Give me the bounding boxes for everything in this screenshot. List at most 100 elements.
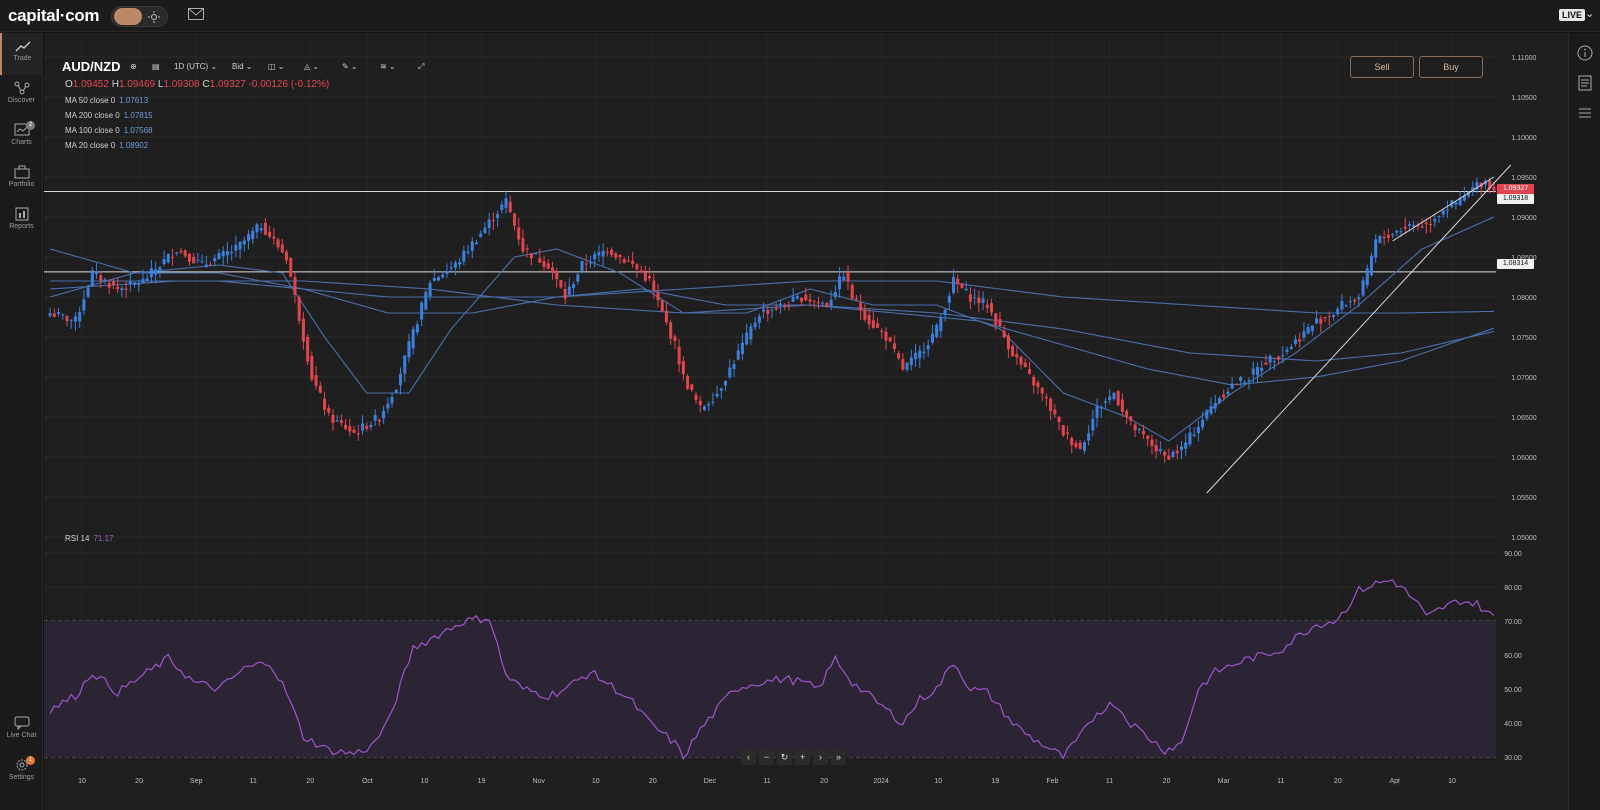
candle-body bbox=[1429, 224, 1433, 226]
candle-body bbox=[622, 259, 626, 263]
sidebar-item-label: Charts bbox=[11, 139, 32, 146]
candle-body bbox=[1424, 222, 1428, 225]
sell-button[interactable]: Sell bbox=[1350, 56, 1414, 78]
sidebar-item-label: Live Chat bbox=[6, 732, 37, 739]
rsi-legend[interactable]: RSI 14 71.17 bbox=[65, 534, 114, 543]
list-icon[interactable] bbox=[1577, 105, 1593, 121]
fullscreen-icon[interactable]: ⤢ bbox=[418, 58, 424, 76]
candle-body bbox=[95, 271, 99, 275]
theme-toggle[interactable] bbox=[111, 6, 168, 27]
candle-body bbox=[166, 253, 170, 263]
date-tick-label: 10 bbox=[934, 778, 942, 785]
candle-body bbox=[943, 309, 947, 316]
candle-body bbox=[1365, 268, 1369, 286]
candle-body bbox=[230, 251, 234, 254]
sidebar-item-discover[interactable]: Discover bbox=[0, 75, 43, 117]
candle-body bbox=[968, 294, 972, 302]
candle-body bbox=[1087, 433, 1091, 441]
sidebar-item-reports[interactable]: Reports bbox=[0, 201, 43, 243]
add-indicator-icon[interactable]: ⊕ bbox=[130, 58, 137, 76]
candle-body bbox=[86, 287, 90, 297]
scroll-to-latest-button[interactable]: » bbox=[831, 750, 846, 765]
mail-icon[interactable] bbox=[188, 8, 204, 20]
rsi-tick-label: 50.00 bbox=[1504, 687, 1522, 694]
date-tick-label: 10 bbox=[78, 778, 86, 785]
candles bbox=[48, 177, 1496, 463]
candle-body bbox=[804, 294, 808, 301]
reset-chart-button[interactable]: ↻ bbox=[777, 750, 792, 765]
horizontal-price-lines bbox=[44, 191, 1496, 273]
candle-body bbox=[909, 357, 913, 366]
candle-body bbox=[445, 271, 449, 274]
candle-body bbox=[449, 267, 453, 269]
candle-body bbox=[73, 316, 77, 322]
sidebar-item-charts[interactable]: 2 Charts bbox=[0, 117, 43, 159]
candle-body bbox=[145, 278, 149, 281]
rsi-tick-label: 80.00 bbox=[1504, 585, 1522, 592]
price-tick-label: 1.06000 bbox=[1511, 455, 1536, 462]
date-tick-label: 20 bbox=[1163, 778, 1171, 785]
candle-body bbox=[149, 268, 153, 278]
drawing-tools-icon[interactable]: ◬ ⌄ bbox=[304, 58, 319, 76]
zoom-out-button[interactable]: − bbox=[759, 750, 774, 765]
sidebar-item-settings[interactable]: 1 Settings bbox=[0, 752, 43, 794]
candle-body bbox=[905, 362, 909, 370]
ma-legend-item[interactable]: MA 50 close 0 1.07613 bbox=[65, 96, 148, 105]
scroll-left-button[interactable]: ‹ bbox=[741, 750, 756, 765]
symbol-name[interactable]: AUD/NZD bbox=[62, 59, 121, 74]
ma-legend-item[interactable]: MA 200 close 0 1.07815 bbox=[65, 111, 153, 120]
candle-body bbox=[377, 419, 381, 422]
candle-body bbox=[436, 277, 441, 281]
sidebar-item-live-chat[interactable]: Live Chat bbox=[0, 710, 43, 752]
chevron-down-icon[interactable]: ⌄ bbox=[1585, 7, 1594, 20]
news-icon[interactable] bbox=[1577, 75, 1593, 91]
candle-body bbox=[1420, 226, 1424, 228]
ma-value: 1.07568 bbox=[123, 126, 153, 135]
candle-body bbox=[57, 312, 61, 314]
candle-body bbox=[1163, 451, 1167, 456]
candle-body bbox=[753, 322, 757, 328]
info-icon[interactable] bbox=[1577, 45, 1593, 61]
logo[interactable]: capital·com bbox=[8, 6, 99, 26]
candle-body bbox=[521, 238, 525, 252]
ma-label: MA 100 close 0 bbox=[65, 126, 120, 135]
buy-button[interactable]: Buy bbox=[1419, 56, 1483, 78]
candle-body bbox=[1407, 224, 1411, 226]
candle-body bbox=[344, 424, 348, 430]
candle-body bbox=[470, 241, 474, 251]
ma-legend-item[interactable]: MA 20 close 0 1.08902 bbox=[65, 141, 148, 150]
chart-settings-icon[interactable]: ▤ bbox=[152, 58, 160, 76]
candle-body bbox=[327, 408, 331, 413]
layers-icon[interactable]: ≋ ⌄ bbox=[380, 58, 396, 76]
candle-body bbox=[496, 214, 500, 218]
candle-body bbox=[428, 282, 432, 297]
sidebar-item-trade[interactable]: Trade bbox=[0, 33, 43, 75]
rsi-tick-label: 30.00 bbox=[1504, 755, 1522, 762]
candle-body bbox=[297, 297, 301, 321]
price-type-select[interactable]: Bid ⌄ bbox=[232, 58, 253, 76]
price-chart[interactable]: 1.110001.105001.100001.095001.090001.085… bbox=[44, 33, 1568, 810]
candle-body bbox=[529, 253, 533, 259]
sidebar-item-portfolio[interactable]: Portfolio bbox=[0, 159, 43, 201]
candle-body bbox=[610, 249, 614, 256]
candle-body bbox=[1268, 355, 1272, 363]
zoom-in-button[interactable]: + bbox=[795, 750, 810, 765]
timeframe-select[interactable]: 1D (UTC) ⌄ bbox=[174, 58, 217, 76]
candle-type-icon[interactable]: ◫ ⌄ bbox=[268, 58, 284, 76]
date-tick-label: 10 bbox=[421, 778, 429, 785]
candle-body bbox=[158, 267, 162, 272]
live-badge[interactable]: LIVE bbox=[1559, 9, 1586, 21]
pencil-icon[interactable]: ✎ ⌄ bbox=[342, 58, 358, 76]
chart-area[interactable]: 1.110001.105001.100001.095001.090001.085… bbox=[44, 33, 1568, 810]
ma-legend-item[interactable]: MA 100 close 0 1.07568 bbox=[65, 126, 153, 135]
candle-body bbox=[867, 315, 871, 325]
candle-body bbox=[487, 219, 491, 229]
candle-body bbox=[639, 270, 643, 273]
candle-body bbox=[1209, 406, 1213, 414]
candle-body bbox=[686, 375, 690, 389]
scroll-right-button[interactable]: › bbox=[813, 750, 828, 765]
candle-body bbox=[673, 336, 677, 341]
date-tick-label: 11 bbox=[763, 778, 770, 785]
candle-body bbox=[462, 250, 466, 262]
trend-line bbox=[1392, 176, 1495, 242]
